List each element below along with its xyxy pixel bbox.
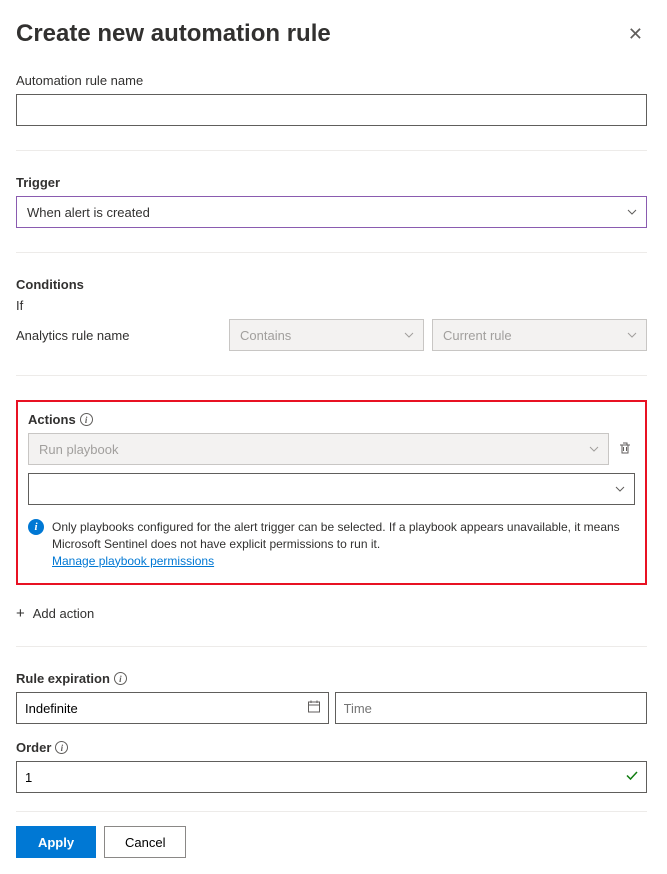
order-label: Order i <box>16 740 647 755</box>
condition-operator-dropdown[interactable]: Contains <box>229 319 424 351</box>
playbook-info-text: Only playbooks configured for the alert … <box>52 519 635 569</box>
rule-name-input[interactable] <box>16 94 647 126</box>
condition-value: Current rule <box>443 328 512 343</box>
trigger-selected-value: When alert is created <box>27 205 150 220</box>
cancel-button[interactable]: Cancel <box>104 826 186 858</box>
divider <box>16 252 647 253</box>
condition-operator-value: Contains <box>240 328 291 343</box>
conditions-label: Conditions <box>16 277 647 292</box>
delete-action-button[interactable] <box>615 438 635 461</box>
info-icon[interactable]: i <box>55 741 68 754</box>
expiration-date-input[interactable] <box>16 692 329 724</box>
chevron-down-icon <box>403 329 415 341</box>
add-action-button[interactable]: + Add action <box>16 605 647 622</box>
info-icon[interactable]: i <box>114 672 127 685</box>
chevron-down-icon <box>626 329 638 341</box>
manage-permissions-link[interactable]: Manage playbook permissions <box>52 554 214 568</box>
apply-button[interactable]: Apply <box>16 826 96 858</box>
rule-name-label: Automation rule name <box>16 73 647 88</box>
page-title: Create new automation rule <box>16 20 331 48</box>
info-icon: i <box>28 519 44 535</box>
close-button[interactable]: ✕ <box>624 20 647 49</box>
condition-value-dropdown[interactable]: Current rule <box>432 319 647 351</box>
info-icon[interactable]: i <box>80 413 93 426</box>
close-icon: ✕ <box>628 24 643 44</box>
action-type-value: Run playbook <box>39 442 119 457</box>
action-type-dropdown[interactable]: Run playbook <box>28 433 609 465</box>
divider <box>16 811 647 812</box>
checkmark-icon <box>625 769 639 786</box>
actions-label: Actions i <box>28 412 635 427</box>
if-label: If <box>16 298 647 313</box>
trash-icon <box>617 444 633 459</box>
chevron-down-icon <box>614 483 626 495</box>
divider <box>16 646 647 647</box>
plus-icon: + <box>16 605 25 622</box>
calendar-icon[interactable] <box>307 700 321 717</box>
divider <box>16 375 647 376</box>
add-action-label: Add action <box>33 606 94 621</box>
chevron-down-icon <box>626 206 638 218</box>
analytics-rule-name-label: Analytics rule name <box>16 328 221 343</box>
playbook-select-dropdown[interactable] <box>28 473 635 505</box>
trigger-label: Trigger <box>16 175 647 190</box>
chevron-down-icon <box>588 443 600 455</box>
rule-expiration-label: Rule expiration i <box>16 671 647 686</box>
trigger-dropdown[interactable]: When alert is created <box>16 196 647 228</box>
divider <box>16 150 647 151</box>
actions-highlight-box: Actions i Run playbook i Only playbooks … <box>16 400 647 585</box>
expiration-time-input[interactable] <box>335 692 648 724</box>
order-input[interactable] <box>16 761 647 793</box>
